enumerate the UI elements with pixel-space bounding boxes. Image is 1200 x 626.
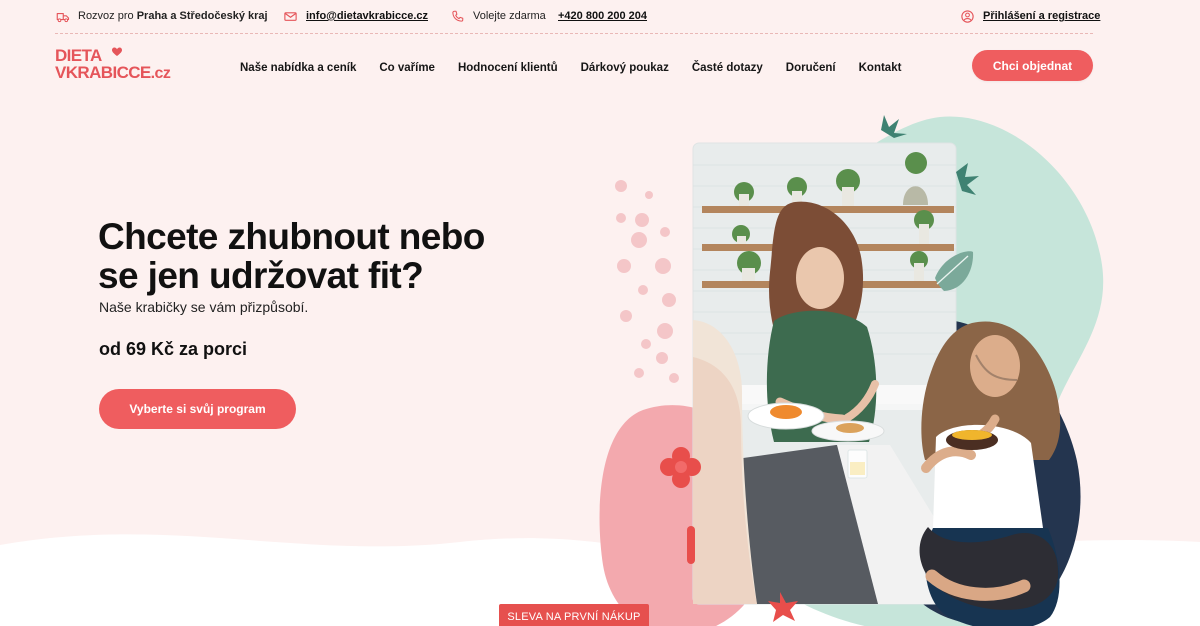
user-icon: [961, 9, 974, 23]
heart-icon: [112, 47, 122, 56]
phone-contact[interactable]: Volejte zdarma +420 800 200 204: [450, 7, 647, 25]
main-navigation: Naše nabídka a ceník Co vaříme Hodnocení…: [240, 58, 924, 78]
login-link[interactable]: Přihlášení a registrace: [983, 10, 1100, 22]
nav-what-we-cook[interactable]: Co vaříme: [379, 62, 435, 74]
delivery-truck-icon: [56, 12, 70, 22]
topbar-divider: [55, 33, 1093, 34]
nav-client-reviews[interactable]: Hodnocení klientů: [458, 62, 558, 74]
order-button[interactable]: Chci objednat: [972, 50, 1093, 81]
nav-faq[interactable]: Časté dotazy: [692, 62, 763, 74]
delivery-region: Praha a Středočeský kraj: [136, 10, 268, 22]
email-link[interactable]: info@dietavkrabicce.cz: [306, 10, 428, 22]
logo-word: VKRABICCE: [55, 63, 151, 82]
decorative-dots: [615, 180, 679, 383]
nav-gift-voucher[interactable]: Dárkový poukaz: [581, 62, 669, 74]
call-prefix: Volejte zdarma: [473, 10, 546, 22]
hero-title-line-2: se jen udržovat fit?: [98, 255, 424, 296]
nav-delivery[interactable]: Doručení: [786, 62, 836, 74]
hero-title-line-1: Chcete zhubnout nebo: [98, 216, 485, 257]
logo-suffix: .cz: [150, 65, 171, 82]
logo-line-2: VKRABICCE.cz: [55, 63, 171, 82]
phone-icon: [452, 10, 464, 22]
main-header: DIETA VKRABICCE.cz Naše nabídka a ceník …: [0, 40, 1200, 95]
first-purchase-discount-tab[interactable]: SLEVA NA PRVNÍ NÁKUP: [499, 604, 649, 626]
phone-link[interactable]: +420 800 200 204: [558, 10, 647, 22]
email-contact[interactable]: info@dietavkrabicce.cz: [283, 7, 428, 25]
logo-line-1: DIETA: [55, 46, 102, 65]
hero-subtitle: Naše krabičky se vám přizpůsobí.: [99, 299, 309, 315]
choose-program-button[interactable]: Vyberte si svůj program: [99, 389, 296, 429]
kitchen-photo: [692, 142, 957, 605]
brand-logo[interactable]: DIETA VKRABICCE.cz: [55, 46, 171, 86]
nav-contact[interactable]: Kontakt: [859, 62, 902, 74]
homepage: Rozvoz pro Praha a Středočeský kraj info…: [0, 0, 1200, 626]
hero-price: od 69 Kč za porci: [99, 339, 248, 359]
topbar: Rozvoz pro Praha a Středočeský kraj info…: [0, 0, 1200, 32]
email-icon: [284, 11, 297, 21]
delivery-prefix: Rozvoz pro: [78, 10, 134, 22]
login-link-container[interactable]: Přihlášení a registrace: [960, 7, 1100, 25]
hero-title: Chcete zhubnout nebo se jen udržovat fit…: [98, 217, 548, 295]
nav-offer-pricing[interactable]: Naše nabídka a ceník: [240, 62, 356, 74]
delivery-info: Rozvoz pro Praha a Středočeský kraj: [55, 7, 268, 25]
hero-visual: [599, 115, 1104, 626]
